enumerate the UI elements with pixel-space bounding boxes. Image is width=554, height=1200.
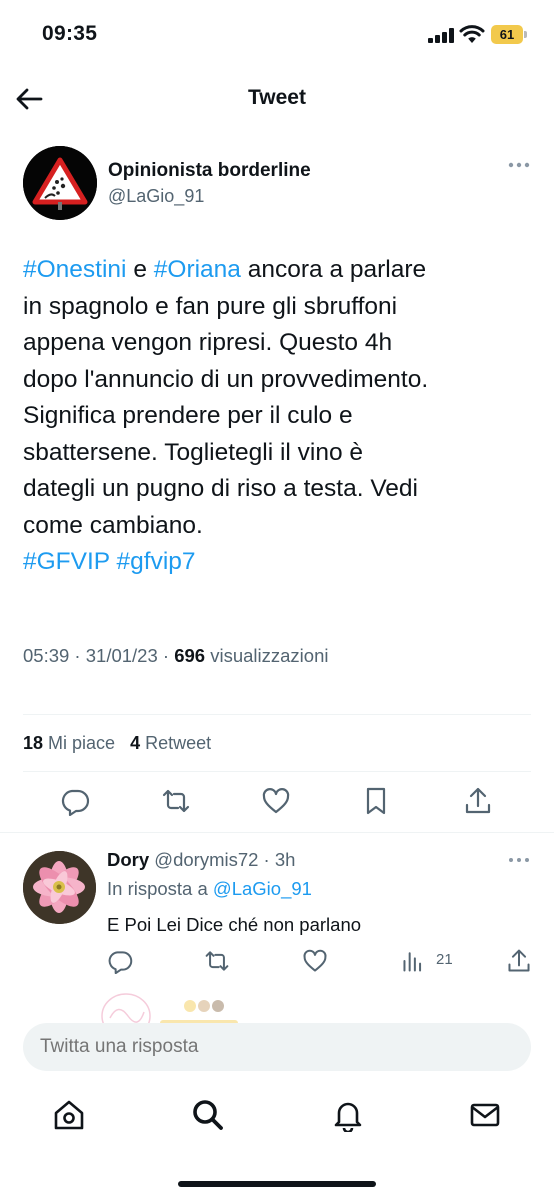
likes-count: 18 [23, 733, 44, 753]
tweet-text-fragment: ancora a parlare [240, 256, 427, 283]
status-bar: 09:35 61 [0, 0, 554, 70]
like-icon[interactable] [302, 948, 328, 974]
retweets-stat[interactable]: 4 Retweet [130, 733, 211, 753]
reply-avatar[interactable] [23, 851, 96, 924]
notifications-bell-icon[interactable] [331, 1098, 365, 1132]
bookmark-icon[interactable] [361, 786, 391, 816]
tweet-time: 05:39 [23, 645, 70, 666]
tweet-line: come cambiano. [23, 511, 203, 539]
tweet-line: appena vengon ripresi. Questo 4h [23, 329, 393, 356]
tweet-action-bar [0, 786, 554, 822]
reply-text: E Poi Lei Dice ché non parlano [107, 914, 362, 935]
battery-level: 61 [491, 25, 523, 44]
tweet-meta: 05:39 · 31/01/23 · 696 visualizzazioni [23, 645, 329, 666]
reply-views-count: 21 [436, 951, 453, 968]
reply-separator: · [258, 849, 275, 870]
like-icon[interactable] [261, 786, 291, 816]
reply-author-handle[interactable]: @dorymis72 [154, 849, 258, 870]
tweet-line: sbattersene. Toglietegli il vino è [23, 438, 364, 466]
bottom-tab-bar [0, 1090, 554, 1150]
tweet-line: #GFVIP #gfvip7 [23, 544, 533, 581]
messages-envelope-icon[interactable] [468, 1098, 502, 1132]
retweets-label: Retweet [145, 733, 212, 753]
divider [23, 771, 531, 772]
home-indicator[interactable] [178, 1181, 376, 1187]
reply-age: 3h [274, 849, 296, 870]
search-icon[interactable] [191, 1098, 225, 1132]
tweet-line: dategli un pugno di riso a testa. Vedi [23, 475, 419, 502]
reply-header: Dory @dorymis72 · 3h [107, 849, 295, 871]
likes-stat[interactable]: 18 Mi piace [23, 733, 115, 753]
retweet-icon[interactable] [204, 948, 230, 974]
warning-sign-icon [23, 146, 97, 220]
signal-icon [428, 27, 454, 43]
reply-author-name[interactable]: Dory [107, 849, 149, 870]
divider [23, 714, 531, 715]
divider [0, 832, 554, 833]
hashtag-link[interactable]: #Onestini [23, 256, 127, 283]
battery-icon: 61 [491, 25, 527, 44]
share-icon[interactable] [463, 786, 493, 816]
more-options-icon[interactable] [508, 856, 530, 864]
mention-link[interactable]: @LaGio_91 [213, 878, 312, 899]
hashtag-link[interactable]: #gfvip7 [117, 548, 196, 575]
tweet-author: Opinionista borderline @LaGio_91 [23, 144, 534, 224]
tweet-line: dopo l'annuncio di un provvedimento. [23, 365, 429, 393]
reply-composer[interactable] [23, 1023, 531, 1071]
status-time: 09:35 [42, 22, 98, 45]
reply-input[interactable] [40, 1036, 510, 1058]
in-reply-to-label: In risposta a [107, 878, 208, 899]
poinsettia-flower-icon [23, 851, 96, 924]
share-icon[interactable] [506, 948, 532, 974]
reply-action-bar: 21 [0, 948, 554, 976]
nav-bar: Tweet [0, 70, 554, 128]
tweet-line: Significa prendere per il culo e [23, 402, 353, 429]
reply-tweet[interactable]: Dory @dorymis72 · 3h In risposta a @LaGi… [0, 840, 554, 1010]
tweet-text: #Onestini e #Oriana ancora a parlare in … [23, 252, 533, 581]
views-label: visualizzazioni [210, 645, 329, 666]
hashtag-link[interactable]: #Oriana [154, 256, 241, 283]
page-title: Tweet [248, 86, 306, 109]
reply-icon[interactable] [60, 786, 90, 816]
retweet-icon[interactable] [161, 786, 191, 816]
views-count: 696 [174, 645, 206, 666]
tweet-stats: 18 Mi piace 4 Retweet [23, 733, 211, 754]
retweets-count: 4 [130, 733, 141, 753]
tweet-line: in spagnolo e fan pure gli sbruffoni [23, 292, 398, 320]
in-reply-to: In risposta a @LaGio_91 [107, 878, 312, 900]
tweet-date: 31/01/23 [85, 645, 158, 666]
wifi-icon [459, 25, 485, 43]
tweet-line: #Onestini e #Oriana ancora a parlare [23, 252, 533, 289]
views-icon[interactable] [401, 948, 427, 974]
author-avatar[interactable] [23, 146, 97, 220]
more-options-icon[interactable] [507, 160, 531, 170]
reply-icon[interactable] [107, 948, 133, 974]
author-name[interactable]: Opinionista borderline [108, 160, 311, 182]
hashtag-link[interactable]: #GFVIP [23, 548, 110, 575]
author-handle[interactable]: @LaGio_91 [108, 186, 204, 207]
tweet-text-fragment: e [126, 256, 154, 283]
likes-label: Mi piace [48, 733, 116, 753]
home-icon[interactable] [52, 1098, 86, 1132]
